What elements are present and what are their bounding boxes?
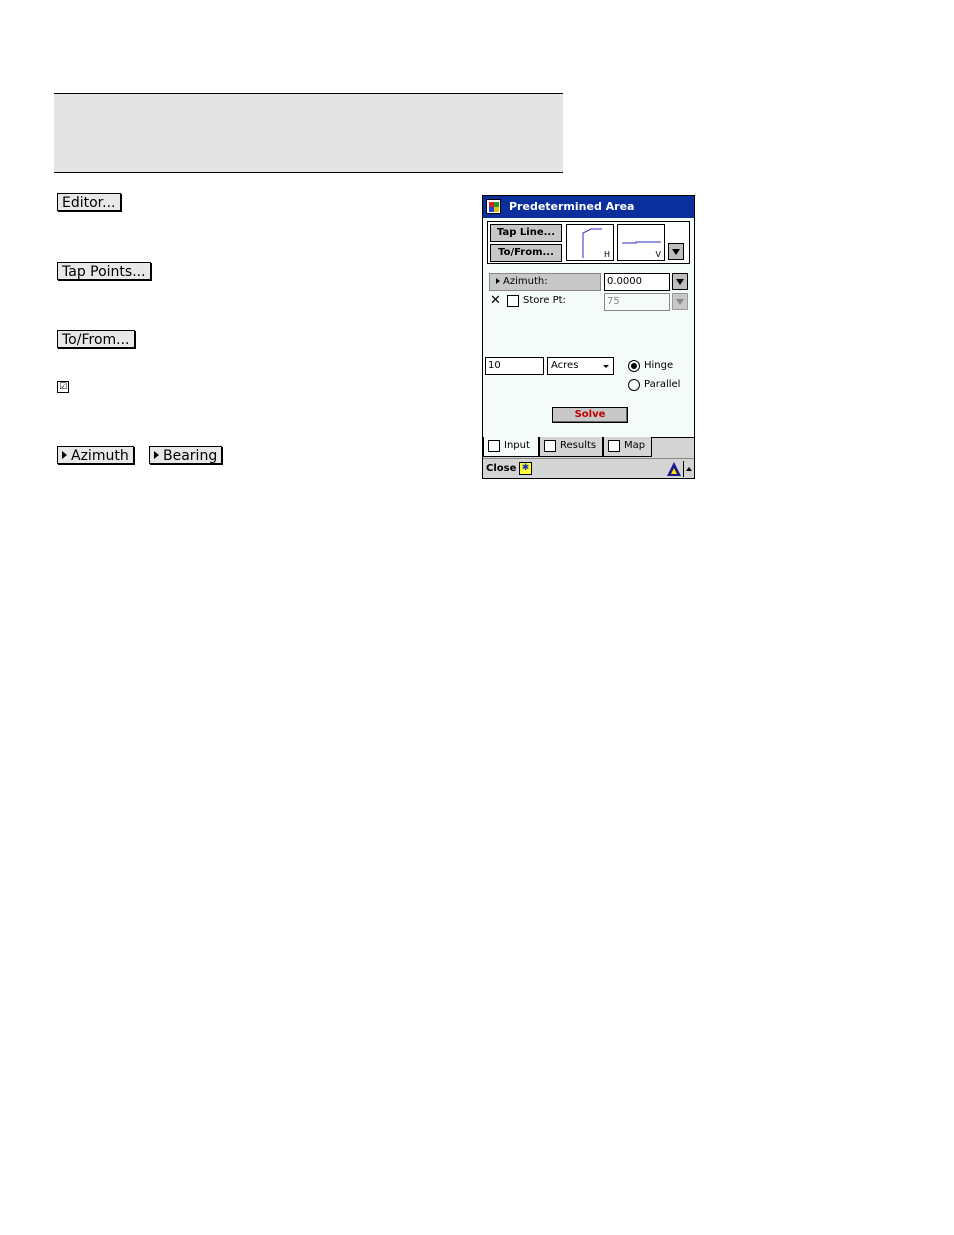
header-band	[54, 93, 563, 173]
input-form-icon	[488, 440, 500, 452]
to-from-button[interactable]: To/From...	[490, 244, 562, 262]
triangle-right-icon	[496, 278, 500, 284]
tap-line-button[interactable]: Tap Line...	[490, 224, 562, 242]
azimuth-button[interactable]: Azimuth:	[489, 273, 601, 291]
azimuth-input[interactable]: 0.0000	[604, 273, 670, 291]
store-pt-dropdown-arrow[interactable]	[672, 293, 688, 310]
menu-separator	[683, 461, 684, 477]
azimuth-label: Azimuth	[71, 448, 129, 464]
x-icon: ✕	[490, 293, 501, 308]
tab-map[interactable]: Map	[603, 437, 652, 457]
area-input[interactable]: 10	[485, 357, 544, 375]
warning-triangle-icon[interactable]	[667, 462, 681, 476]
units-select[interactable]: Acres	[547, 357, 614, 375]
h-label: H	[603, 250, 610, 259]
azimuth-label: Azimuth:	[503, 276, 548, 287]
triangle-right-icon	[62, 451, 67, 459]
vertical-profile-thumbnail[interactable]: V	[617, 224, 665, 261]
tab-input-label: Input	[504, 440, 530, 451]
azimuth-dropdown-arrow[interactable]	[672, 273, 688, 290]
v-label: V	[655, 250, 661, 259]
tab-strip: Input Results Map	[483, 437, 694, 458]
up-arrow-icon[interactable]	[686, 467, 692, 471]
hinge-radio[interactable]	[628, 360, 640, 372]
bearing-label: Bearing	[163, 448, 218, 464]
store-pt-input[interactable]: 75	[604, 293, 670, 311]
tap-points-button-image: Tap Points...	[57, 262, 151, 280]
azimuth-button-image: Azimuth	[57, 446, 134, 464]
tab-input[interactable]: Input	[483, 437, 539, 457]
store-pt-checkbox[interactable]	[507, 295, 519, 307]
tab-results[interactable]: Results	[539, 437, 603, 457]
store-pt-label: Store Pt:	[523, 295, 566, 306]
line-selection-box: Tap Line... To/From... H V	[487, 221, 690, 264]
triangle-right-icon	[154, 451, 159, 459]
predetermined-area-screen: Predetermined Area Tap Line... To/From..…	[482, 195, 695, 479]
tab-map-label: Map	[624, 440, 646, 451]
line-dropdown-arrow[interactable]	[668, 243, 684, 260]
to-from-button-image: To/From...	[57, 330, 135, 348]
hinge-label: Hinge	[644, 360, 674, 371]
horizontal-profile-thumbnail[interactable]: H	[566, 224, 614, 261]
title-bar: Predetermined Area	[483, 196, 694, 218]
window-title: Predetermined Area	[509, 200, 635, 213]
solve-button[interactable]: Solve	[552, 407, 628, 423]
windows-logo-icon[interactable]	[486, 199, 501, 214]
tab-results-label: Results	[560, 440, 597, 451]
editor-button-image: Editor...	[57, 193, 121, 211]
results-document-icon	[544, 440, 556, 452]
bearing-button-image: Bearing	[149, 446, 223, 464]
parallel-radio[interactable]	[628, 379, 640, 391]
close-menu[interactable]: Close	[486, 463, 516, 474]
parallel-label: Parallel	[644, 379, 681, 390]
input-panel-icon[interactable]: ✱	[519, 462, 532, 475]
checkbox-icon: ☑	[57, 381, 69, 393]
menu-bar: Close ✱	[483, 458, 694, 478]
map-icon	[608, 440, 620, 452]
